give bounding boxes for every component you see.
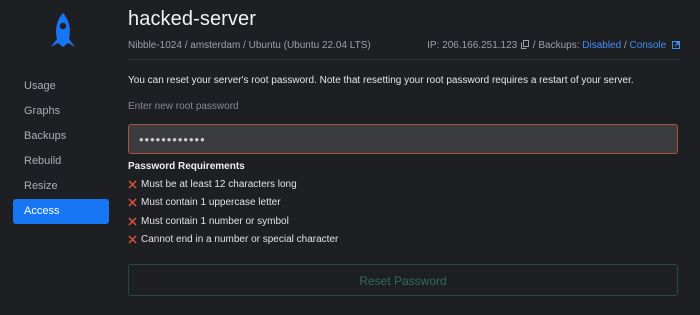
sidebar-item-backups[interactable]: Backups [13, 124, 109, 149]
ip-address: IP: 206.166.251.123 [427, 40, 518, 51]
page-title: hacked-server [128, 8, 257, 30]
sidebar-item-label: Resize [24, 180, 58, 192]
requirement-text: Must contain 1 number or symbol [141, 215, 289, 227]
requirements-list: Must be at least 12 characters long Must… [128, 175, 338, 249]
server-specs: Nibble-1024 / amsterdam / Ubuntu (Ubuntu… [128, 40, 371, 51]
requirement-text: Cannot end in a number or special charac… [141, 234, 339, 246]
cross-icon [128, 217, 137, 226]
rocket-icon[interactable] [50, 12, 76, 50]
copy-icon[interactable] [521, 40, 529, 49]
sidebar-item-graphs[interactable]: Graphs [13, 99, 109, 124]
header-divider [128, 59, 680, 60]
requirements-title: Password Requirements [128, 161, 245, 172]
sidebar-nav: Usage Graphs Backups Rebuild Resize Acce… [13, 74, 109, 224]
sidebar-item-label: Access [24, 205, 60, 217]
sidebar-item-label: Backups [24, 130, 67, 142]
reset-password-button[interactable]: Reset Password [128, 264, 678, 296]
password-field-label: Enter new root password [128, 101, 239, 112]
server-meta: IP: 206.166.251.123 / Backups: Disabled … [427, 40, 680, 51]
requirement-text: Must contain 1 uppercase letter [141, 197, 281, 209]
access-description: You can reset your server's root passwor… [128, 75, 634, 86]
cross-icon [128, 198, 137, 207]
sidebar-item-label: Usage [24, 80, 56, 92]
backups-status-link[interactable]: Disabled [582, 40, 621, 51]
requirement-item: Must contain 1 uppercase letter [128, 194, 338, 213]
requirement-item: Must be at least 12 characters long [128, 175, 338, 194]
sidebar-item-rebuild[interactable]: Rebuild [13, 149, 109, 174]
sidebar-item-label: Graphs [24, 105, 61, 117]
sidebar-item-usage[interactable]: Usage [13, 74, 109, 99]
requirement-item: Cannot end in a number or special charac… [128, 231, 338, 250]
sidebar-item-access[interactable]: Access [13, 199, 109, 224]
sidebar-item-resize[interactable]: Resize [13, 174, 109, 199]
requirement-item: Must contain 1 number or symbol [128, 212, 338, 231]
cross-icon [128, 180, 137, 189]
backups-prefix: / Backups: [532, 40, 583, 51]
requirement-text: Must be at least 12 characters long [141, 178, 297, 190]
main-panel: hacked-server Nibble-1024 / amsterdam / … [128, 0, 680, 315]
console-link[interactable]: Console [630, 40, 667, 51]
cross-icon [128, 235, 137, 244]
external-link-icon[interactable] [672, 41, 680, 49]
sidebar: Usage Graphs Backups Rebuild Resize Acce… [0, 0, 118, 315]
root-password-input[interactable] [128, 124, 678, 154]
sidebar-item-label: Rebuild [24, 155, 62, 167]
